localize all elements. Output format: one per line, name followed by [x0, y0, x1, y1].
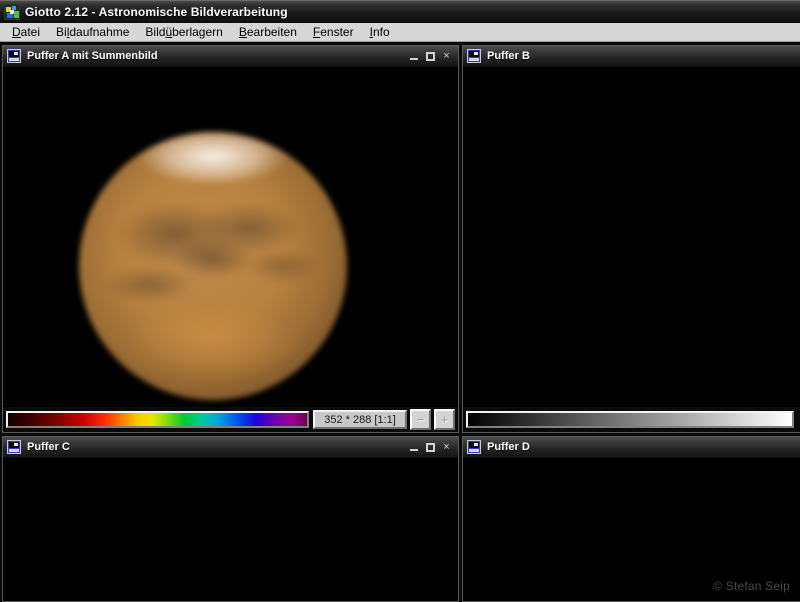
image-size-label: 352 * 288 [1:1] [313, 410, 407, 429]
giotto-application-window: Giotto 2.12 - Astronomische Bildverarbei… [0, 0, 800, 602]
buffer-b-image-canvas[interactable] [463, 67, 800, 409]
menu-item-info[interactable]: Info [362, 24, 398, 41]
menu-item-bildaufnahme[interactable]: Bildaufnahme [48, 24, 137, 41]
buffer-a-titlebar[interactable]: Puffer A mit Summenbild × [3, 46, 458, 67]
grayscale-palette-bar[interactable] [466, 411, 794, 428]
giotto-app-icon [4, 4, 20, 20]
buffer-a-statusbar: 352 * 288 [1:1] − + [3, 407, 458, 432]
menu-item-bilduberlagern[interactable]: Bildüberlagern [137, 24, 230, 41]
menu-item-bearbeiten[interactable]: Bearbeiten [231, 24, 305, 41]
buffer-c-title: Puffer C [27, 441, 70, 453]
buffer-window-a[interactable]: Puffer A mit Summenbild × 352 * 288 [1:1… [2, 45, 459, 433]
maximize-icon[interactable] [424, 441, 437, 454]
close-icon[interactable]: × [440, 50, 453, 63]
buffer-d-title: Puffer D [487, 441, 530, 453]
maximize-icon[interactable] [424, 50, 437, 63]
zoom-out-button[interactable]: − [410, 409, 431, 430]
zoom-in-button[interactable]: + [434, 409, 455, 430]
buffer-window-icon [467, 440, 481, 454]
menubar: Datei Bildaufnahme Bildüberlagern Bearbe… [0, 23, 800, 42]
buffer-b-body [463, 67, 800, 432]
close-icon[interactable]: × [440, 441, 453, 454]
buffer-c-window-controls: × [408, 441, 453, 454]
buffer-window-c[interactable]: Puffer C × [2, 436, 459, 602]
mars-image-canvas[interactable] [3, 67, 458, 409]
mars-planet-image [79, 132, 347, 400]
main-titlebar[interactable]: Giotto 2.12 - Astronomische Bildverarbei… [0, 0, 800, 23]
buffer-a-window-controls: × [408, 50, 453, 63]
buffer-b-statusbar [463, 407, 800, 432]
menu-item-fenster[interactable]: Fenster [305, 24, 362, 41]
buffer-d-titlebar[interactable]: Puffer D [463, 437, 800, 458]
buffer-window-b[interactable]: Puffer B [462, 45, 800, 433]
minimize-icon[interactable] [408, 441, 421, 454]
buffer-window-icon [7, 440, 21, 454]
buffer-b-titlebar[interactable]: Puffer B [463, 46, 800, 67]
copyright-watermark: © Stefan Seip [713, 579, 790, 593]
minimize-icon[interactable] [408, 50, 421, 63]
buffer-b-title: Puffer B [487, 50, 530, 62]
buffer-window-icon [467, 49, 481, 63]
buffer-a-title: Puffer A mit Summenbild [27, 50, 158, 62]
buffer-c-body[interactable] [3, 458, 458, 601]
buffer-window-icon [7, 49, 21, 63]
buffer-a-body: 352 * 288 [1:1] − + [3, 67, 458, 432]
buffer-d-body[interactable]: © Stefan Seip [463, 458, 800, 601]
window-title: Giotto 2.12 - Astronomische Bildverarbei… [25, 5, 288, 19]
buffer-window-d[interactable]: Puffer D © Stefan Seip [462, 436, 800, 602]
menu-item-datei[interactable]: Datei [4, 24, 48, 41]
buffer-c-titlebar[interactable]: Puffer C × [3, 437, 458, 458]
spectrum-palette-bar[interactable] [6, 411, 309, 428]
